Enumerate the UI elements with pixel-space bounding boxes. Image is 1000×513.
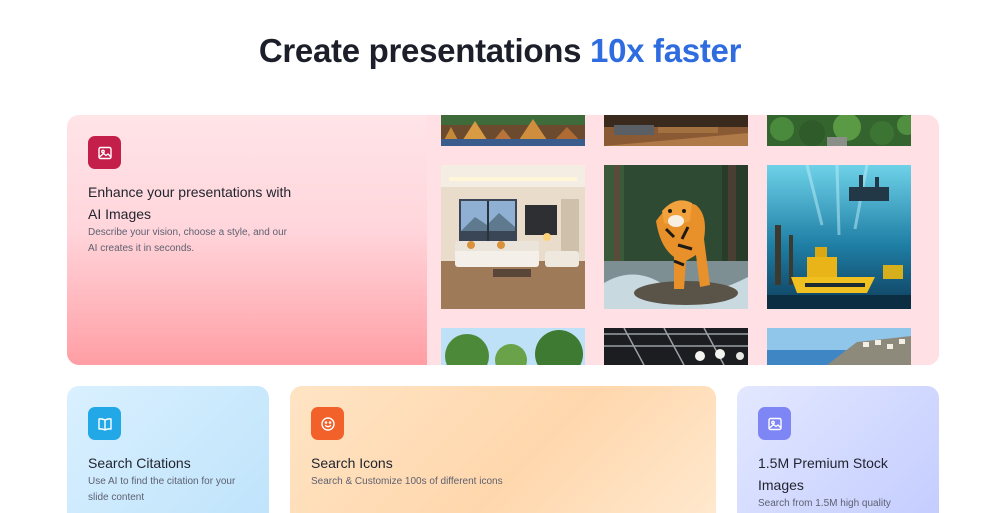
image-icon: [88, 136, 121, 169]
living-room-image: [441, 165, 585, 309]
card-title: Search Citations: [88, 455, 191, 471]
card-description: Search from 1.5M high quality: [758, 498, 891, 509]
ai-image-gallery: [441, 115, 913, 365]
premium-stock-images-card[interactable]: 1.5M Premium Stock Images Search from 1.…: [737, 386, 939, 513]
card-description: Use AI to find the citation for your sli…: [88, 476, 236, 503]
headline-main: Create presentations: [258, 32, 591, 69]
forest-canopy-image: [767, 115, 911, 146]
card-description: Search & Customize 100s of different ico…: [311, 476, 503, 487]
temple-city-image: [441, 115, 585, 146]
search-citations-card[interactable]: Search Citations Use AI to find the cita…: [67, 386, 269, 513]
wooden-interior-image: [604, 115, 748, 146]
search-icons-card[interactable]: Search Icons Search & Customize 100s of …: [290, 386, 716, 513]
ai-images-feature-card[interactable]: Enhance your presentations with AI Image…: [67, 115, 939, 365]
trees-sky-image: [441, 328, 585, 365]
hero-title: Enhance your presentations with AI Image…: [88, 184, 292, 222]
tiger-image: [604, 165, 748, 309]
book-icon: [88, 407, 121, 440]
hero-description: Describe your vision, choose a style, an…: [88, 227, 287, 254]
headline-accent: 10x faster: [590, 32, 742, 69]
page-headline: Create presentations 10x faster: [0, 32, 1000, 70]
image-icon: [758, 407, 791, 440]
smile-icon: [311, 407, 344, 440]
industrial-ceiling-image: [604, 328, 748, 365]
card-title: Search Icons: [311, 455, 393, 471]
underwater-ship-image: [767, 165, 911, 309]
card-title: 1.5M Premium Stock Images: [758, 455, 888, 493]
coastal-town-image: [767, 328, 911, 365]
